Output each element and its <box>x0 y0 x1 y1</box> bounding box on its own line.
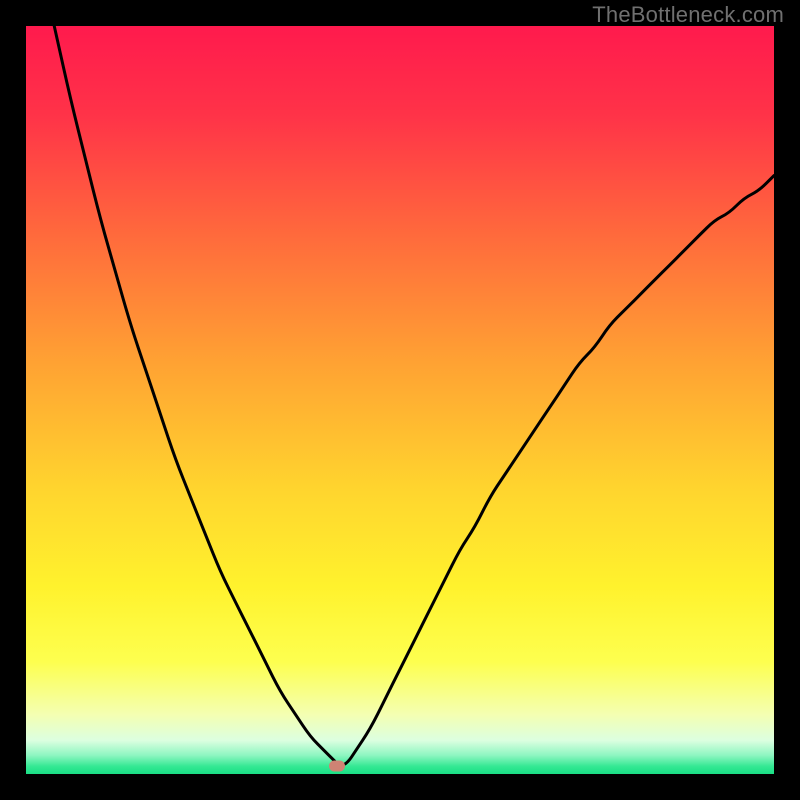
bottleneck-curve <box>26 26 774 774</box>
minimum-point-marker <box>329 761 345 772</box>
watermark-text: TheBottleneck.com <box>592 2 784 28</box>
plot-area <box>26 26 774 774</box>
chart-frame: TheBottleneck.com <box>0 0 800 800</box>
